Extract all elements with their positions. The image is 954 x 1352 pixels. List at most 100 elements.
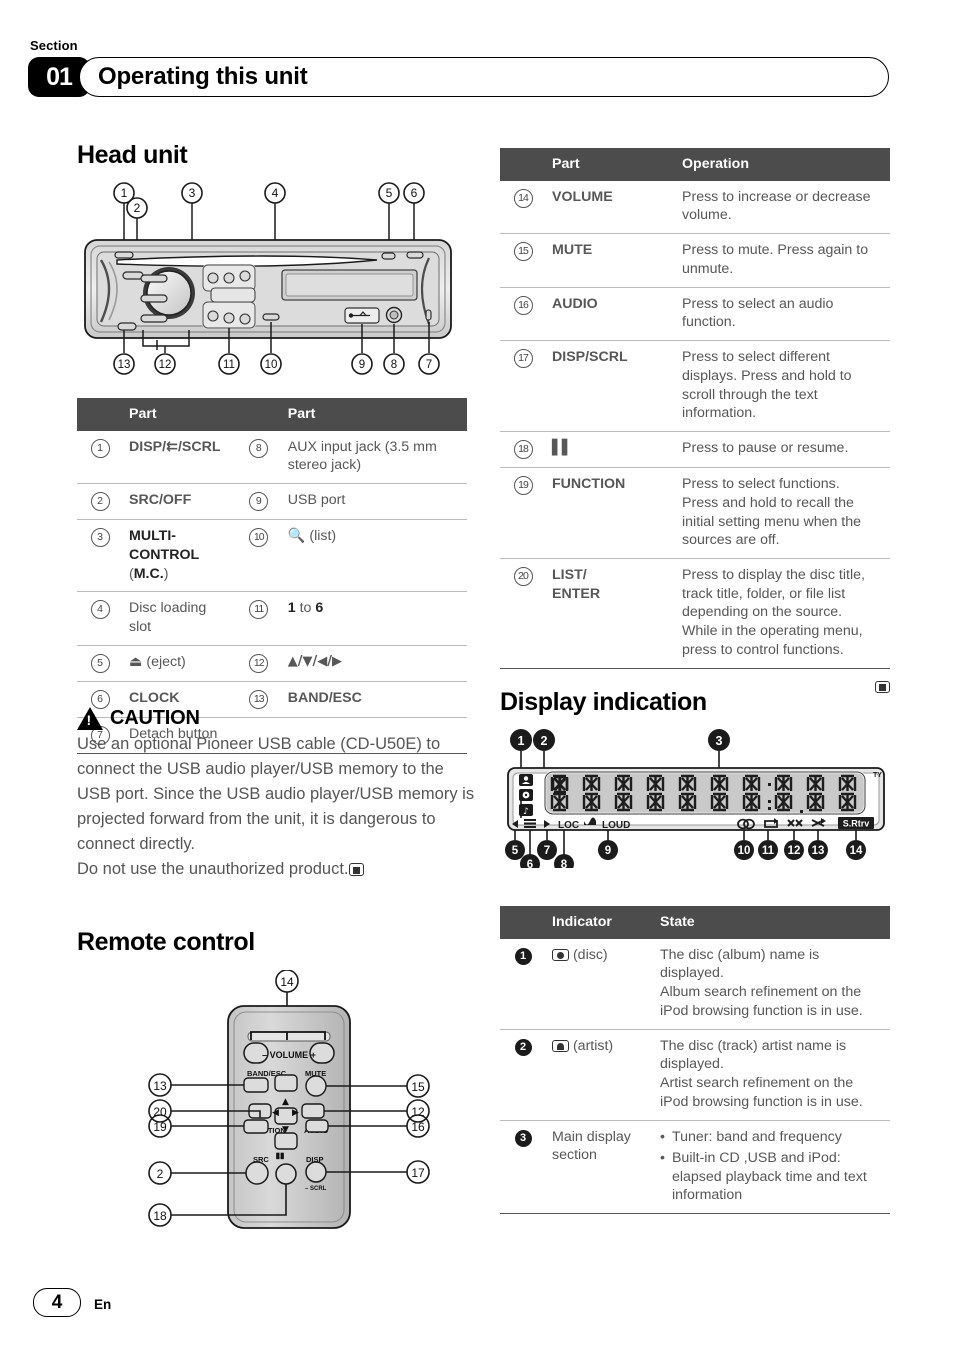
artist-icon: [552, 1039, 569, 1052]
col-state: State: [654, 906, 890, 939]
circled-number: 18: [513, 440, 533, 460]
circled-number: 10: [249, 528, 269, 548]
part-name: MUTE: [546, 233, 676, 288]
page-number: 4: [33, 1288, 81, 1317]
svg-text:14: 14: [850, 845, 863, 857]
svg-text:6: 6: [527, 859, 533, 868]
table-row: 3 Main display section • Tuner: band and …: [500, 1120, 890, 1214]
display-indication-heading: Display indication: [500, 688, 707, 716]
circled-number: 4: [90, 600, 110, 620]
part-name: SRC/OFF: [123, 483, 236, 521]
part-name: ▌▌: [546, 431, 676, 469]
table-row: 1 DISP/⇇/SCRL 8 AUX input jack (3.5 mm s…: [77, 430, 467, 485]
part-name: AUDIO: [546, 287, 676, 342]
svg-text:3: 3: [716, 734, 723, 748]
svg-text:8: 8: [561, 859, 568, 868]
svg-text:9: 9: [359, 359, 365, 371]
svg-text:2: 2: [541, 734, 548, 748]
table-row: 14 VOLUME Press to increase or decrease …: [500, 180, 890, 235]
table-row: 5 ⏏ (eject) 12 ▲/▼/◀/▶: [77, 645, 467, 682]
svg-text:12: 12: [159, 359, 172, 371]
svg-text:18: 18: [153, 1209, 167, 1223]
operation-table: Part Operation 14 VOLUME Press to increa…: [500, 148, 890, 669]
page-title: Operating this unit: [98, 63, 308, 90]
svg-text:3: 3: [189, 186, 196, 200]
svg-text:◀: ◀: [272, 1108, 279, 1118]
table-header-row: Part Operation: [500, 148, 890, 181]
table-header-row: Part Part: [77, 398, 467, 431]
svg-text:8: 8: [391, 359, 397, 371]
svg-text:13: 13: [153, 1079, 167, 1093]
row-num: 12: [235, 645, 282, 682]
table-row: 2 (artist) The disc (track) artist name …: [500, 1029, 890, 1121]
operation-table-wrap: Part Operation 14 VOLUME Press to increa…: [500, 148, 890, 696]
search-icon: 🔍: [287, 528, 306, 545]
circled-number: 15: [513, 242, 533, 262]
operation-text: Press to select functions. Press and hol…: [676, 467, 890, 560]
filled-number: 3: [514, 1129, 532, 1147]
svg-text:▲: ▲: [282, 1097, 289, 1107]
list-item: • Tuner: band and frequency: [660, 1128, 842, 1145]
indicator-table: Indicator State 1 (disc) The disc (album…: [500, 906, 890, 1214]
part-name: 1 to 6: [281, 591, 467, 646]
table-row: 4 Disc loading slot 11 1 to 6: [77, 591, 467, 646]
svg-text:▮▮: ▮▮: [276, 1151, 285, 1160]
circled-number: 12: [249, 653, 269, 673]
caution-block: CAUTION Use an optional Pioneer USB cabl…: [77, 707, 477, 881]
row-num: 9: [235, 483, 282, 521]
svg-text:14: 14: [280, 975, 294, 989]
svg-text:13: 13: [812, 845, 825, 857]
circled-number: 2: [90, 492, 110, 512]
state-text: • Tuner: band and frequency • Built-in CD …: [654, 1120, 890, 1214]
head-unit-parts-table: Part Part 1 DISP/⇇/SCRL 8 AUX input jack…: [77, 398, 467, 754]
row-num: 5: [77, 645, 123, 682]
row-num: 3: [77, 519, 123, 593]
head-unit-heading: Head unit: [77, 141, 188, 169]
operation-text: Press to select different displays. Pres…: [676, 340, 890, 433]
svg-text:1: 1: [518, 734, 525, 748]
row-num: 11: [235, 591, 282, 646]
disc-icon: [552, 948, 569, 961]
end-marker-icon: [348, 862, 364, 876]
list-item: • Built-in CD ,USB and iPod: elapsed play…: [660, 1149, 867, 1204]
svg-text:11: 11: [223, 359, 235, 371]
svg-text:15: 15: [411, 1080, 425, 1094]
part-name: USB port: [281, 483, 467, 521]
circled-number: 8: [249, 438, 269, 458]
part-name: LIST/ ENTER: [546, 558, 676, 669]
svg-text:LOUD: LOUD: [602, 820, 630, 831]
table-row: 3 MULTI-CONTROL (M.C.) 10 🔍 (list): [77, 519, 467, 593]
svg-text:7: 7: [426, 359, 432, 371]
circled-number: 19: [513, 476, 533, 496]
svg-text:1: 1: [121, 186, 128, 200]
display-indication-diagram: 123 ♪ LOC LOUD S.Rtrv TY 5 7 9 10 11 12 …: [500, 728, 892, 868]
col-part-1: Part: [123, 398, 236, 431]
svg-text:– VOLUME +: – VOLUME +: [262, 1050, 316, 1060]
table-row: 16 AUDIO Press to select an audio functi…: [500, 287, 890, 342]
svg-text:7: 7: [544, 845, 550, 857]
svg-text:2: 2: [157, 1167, 164, 1181]
end-marker-icon: [875, 680, 890, 693]
circled-number: 3: [90, 528, 110, 548]
table-row: 20 LIST/ ENTER Press to display the disc…: [500, 558, 890, 669]
svg-text:10: 10: [265, 359, 278, 371]
indicator-name: Main display section: [546, 1120, 654, 1214]
svg-text:♪: ♪: [523, 807, 529, 817]
svg-text:– SCRL: – SCRL: [305, 1186, 327, 1192]
svg-text:▶: ▶: [292, 1108, 299, 1118]
col-part: Part: [546, 148, 676, 181]
svg-text:5: 5: [512, 845, 519, 857]
operation-text: Press to pause or resume.: [676, 431, 890, 469]
warning-triangle-icon: [77, 707, 103, 730]
table-row: 18 ▌▌ Press to pause or resume.: [500, 431, 890, 469]
section-label: Section: [30, 38, 78, 53]
svg-text:9: 9: [605, 845, 611, 857]
circled-number: 16: [513, 295, 533, 315]
circled-number: 17: [513, 349, 533, 369]
circled-number: 1: [90, 438, 110, 458]
head-unit-parts-table-wrap: Part Part 1 DISP/⇇/SCRL 8 AUX input jack…: [77, 398, 467, 754]
svg-text:12: 12: [788, 845, 801, 857]
part-name: AUX input jack (3.5 mm stereo jack): [281, 430, 467, 485]
remote-control-diagram: 14 – VOLUME + BAND/ESC MUTE FUNCTION AUD…: [120, 970, 450, 1250]
col-indicator: Indicator: [546, 906, 654, 939]
